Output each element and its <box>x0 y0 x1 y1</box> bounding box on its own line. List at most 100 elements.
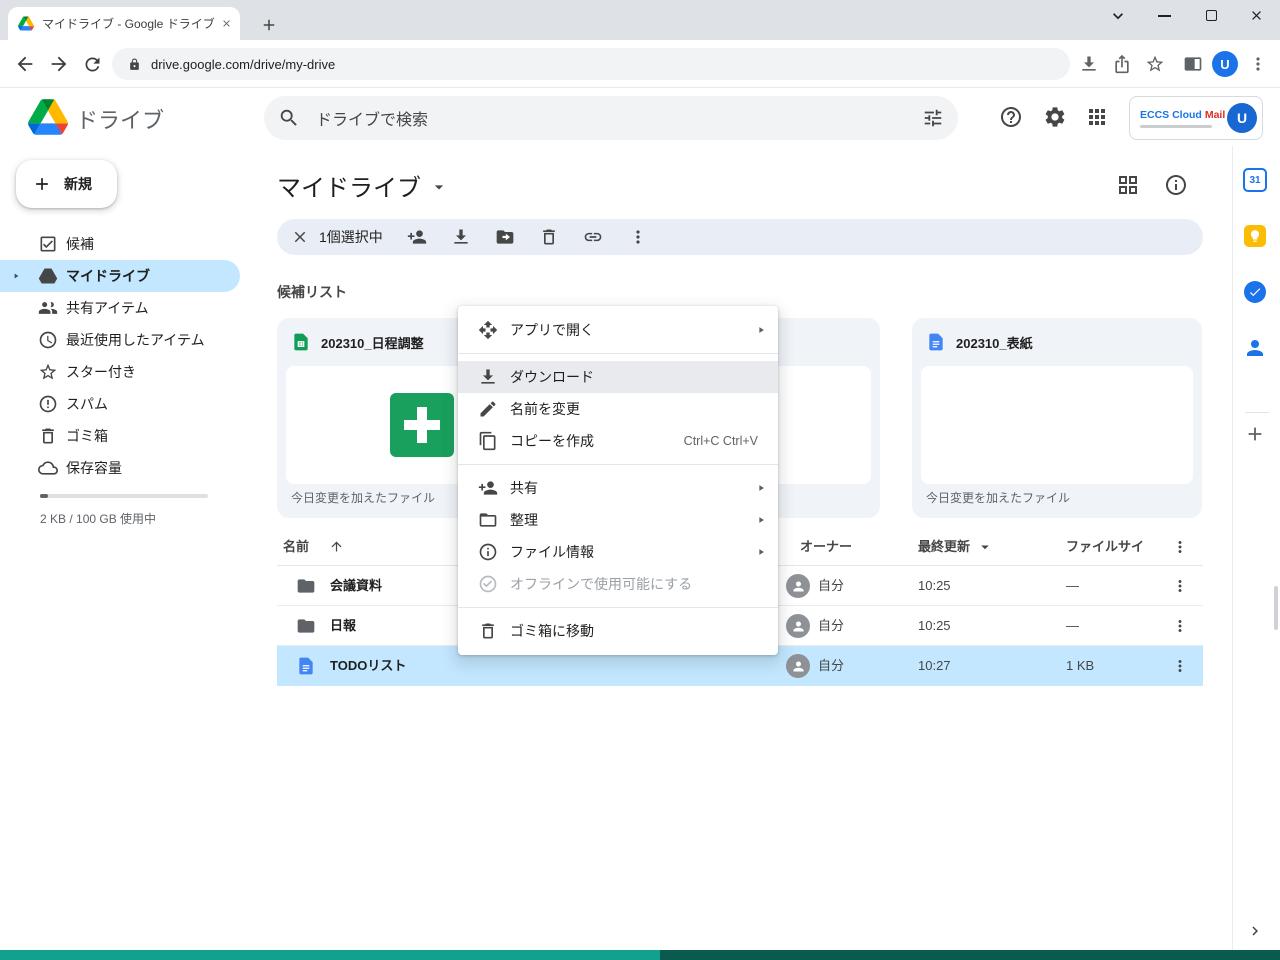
page-title-row[interactable]: マイドライブ <box>277 168 449 202</box>
expand-arrow-icon[interactable] <box>12 272 20 280</box>
row-more-icon[interactable] <box>1171 657 1189 675</box>
selection-toolbar: 1個選択中 <box>277 219 1203 255</box>
help-icon[interactable] <box>999 105 1023 129</box>
scrollbar-thumb[interactable] <box>1274 586 1278 630</box>
browser-avatar[interactable]: U <box>1212 51 1238 77</box>
settings-gear-icon[interactable] <box>1043 105 1067 129</box>
column-header-name[interactable]: 名前 <box>283 528 309 566</box>
address-bar[interactable]: drive.google.com/drive/my-drive <box>112 48 1070 80</box>
window-menu-chevron-icon[interactable] <box>1108 6 1128 26</box>
title-dropdown-icon[interactable] <box>429 177 449 197</box>
account-badge[interactable]: ECCS CloudMail U <box>1129 96 1263 140</box>
search-bar[interactable]: ドライブで検索 <box>264 96 958 140</box>
share-selected-icon[interactable] <box>407 227 427 247</box>
suggested-card-doc[interactable]: 202310_表紙 今日変更を加えたファイル <box>912 318 1202 518</box>
card-caption: 今日変更を加えたファイル <box>291 489 435 506</box>
account-avatar[interactable]: U <box>1227 103 1257 133</box>
menu-item-open-with[interactable]: アプリで開く <box>458 314 778 346</box>
row-more-icon[interactable] <box>1171 617 1189 635</box>
search-input[interactable]: ドライブで検索 <box>316 106 922 130</box>
add-addon-icon[interactable] <box>1244 423 1266 445</box>
more-actions-icon[interactable] <box>628 227 648 247</box>
sidebar-item-starred[interactable]: スター付き <box>0 356 240 388</box>
column-header-owner[interactable]: オーナー <box>800 528 852 566</box>
clear-selection-icon[interactable] <box>291 228 309 246</box>
sidebar-item-spam[interactable]: スパム <box>0 388 240 420</box>
sidebar-item-suggested[interactable]: 候補 <box>0 228 240 260</box>
card-title: 202310_日程調整 <box>321 333 424 352</box>
menu-item-rename[interactable]: 名前を変更 <box>458 393 778 425</box>
forward-icon[interactable] <box>48 53 70 75</box>
column-header-modified[interactable]: 最終更新 <box>918 528 970 566</box>
browser-menu-icon[interactable] <box>1248 54 1268 74</box>
search-filter-icon[interactable] <box>922 107 944 129</box>
column-settings-icon[interactable] <box>1171 538 1189 556</box>
file-name: 日報 <box>330 606 356 646</box>
tab-close-icon[interactable] <box>221 18 232 29</box>
search-icon[interactable] <box>278 107 300 129</box>
calendar-app-icon[interactable]: 31 <box>1243 168 1267 192</box>
drive-header: ドライブ ドライブで検索 ECCS CloudMail U <box>0 89 1280 146</box>
menu-item-move-to-trash[interactable]: ゴミ箱に移動 <box>458 615 778 647</box>
sidebar-item-my-drive[interactable]: マイドライブ <box>0 260 240 292</box>
storage-progress-bar <box>40 494 208 498</box>
sidebar-item-label: ゴミ箱 <box>66 420 108 452</box>
checklist-icon <box>38 234 58 254</box>
back-icon[interactable] <box>14 53 36 75</box>
row-more-icon[interactable] <box>1171 577 1189 595</box>
menu-item-share[interactable]: 共有 <box>458 472 778 504</box>
sidebar-item-trash[interactable]: ゴミ箱 <box>0 420 240 452</box>
new-button[interactable]: 新規 <box>16 160 117 208</box>
panel-collapse-chevron-icon[interactable] <box>1246 922 1264 940</box>
new-tab-icon[interactable] <box>260 16 278 34</box>
bookmark-star-icon[interactable] <box>1145 54 1165 74</box>
apps-grid-icon[interactable] <box>1085 105 1109 129</box>
folder-icon <box>296 616 316 636</box>
menu-item-download[interactable]: ダウンロード <box>458 361 778 393</box>
window-close-button[interactable] <box>1249 8 1264 23</box>
side-panel-icon[interactable] <box>1183 54 1203 74</box>
people-icon <box>38 298 58 318</box>
download-selected-icon[interactable] <box>451 227 471 247</box>
new-button-label: 新規 <box>64 174 92 194</box>
grid-view-icon[interactable] <box>1116 173 1140 197</box>
sort-ascending-icon[interactable] <box>329 539 344 554</box>
menu-item-make-copy[interactable]: コピーを作成 Ctrl+C Ctrl+V <box>458 425 778 457</box>
cloud-icon <box>38 458 58 478</box>
contacts-app-icon[interactable] <box>1243 336 1267 360</box>
person-icon <box>791 579 806 594</box>
share-page-icon[interactable] <box>1112 54 1132 74</box>
drive-logo-icon[interactable] <box>28 99 68 135</box>
owner-avatar <box>786 614 810 638</box>
sidebar-item-recent[interactable]: 最近使用したアイテム <box>0 324 240 356</box>
menu-item-label: 共有 <box>510 478 538 498</box>
keep-app-icon[interactable] <box>1244 225 1266 247</box>
submenu-arrow-icon <box>756 547 766 557</box>
tasks-app-icon[interactable] <box>1244 281 1266 303</box>
menu-item-file-info[interactable]: ファイル情報 <box>458 536 778 568</box>
screen: マイドライブ - Google ドライブ drive.google.com/dr… <box>0 0 1280 960</box>
file-size: — <box>1066 606 1079 646</box>
sidebar-item-shared[interactable]: 共有アイテム <box>0 292 240 324</box>
suggestions-label: 候補リスト <box>277 282 347 302</box>
reload-icon[interactable] <box>82 54 103 75</box>
download-page-icon[interactable] <box>1079 54 1099 74</box>
trash-selected-icon[interactable] <box>539 227 559 247</box>
sidebar-item-storage[interactable]: 保存容量 <box>0 452 240 484</box>
menu-item-label: 名前を変更 <box>510 399 580 419</box>
copy-link-icon[interactable] <box>583 227 603 247</box>
details-info-icon[interactable] <box>1164 173 1188 197</box>
modified-dropdown-icon[interactable] <box>976 538 994 556</box>
rename-pencil-icon <box>478 399 498 419</box>
move-selected-icon[interactable] <box>495 227 515 247</box>
person-icon <box>791 619 806 634</box>
file-name: 会議資料 <box>330 566 382 606</box>
window-minimize-button[interactable] <box>1158 15 1171 17</box>
menu-item-organize[interactable]: 整理 <box>458 504 778 536</box>
file-owner: 自分 <box>818 646 844 686</box>
browser-tab[interactable]: マイドライブ - Google ドライブ <box>8 7 240 40</box>
window-maximize-button[interactable] <box>1206 10 1217 21</box>
lock-icon[interactable] <box>128 58 141 71</box>
column-header-size[interactable]: ファイルサイ <box>1066 528 1144 566</box>
menu-item-label: ファイル情報 <box>510 542 594 562</box>
